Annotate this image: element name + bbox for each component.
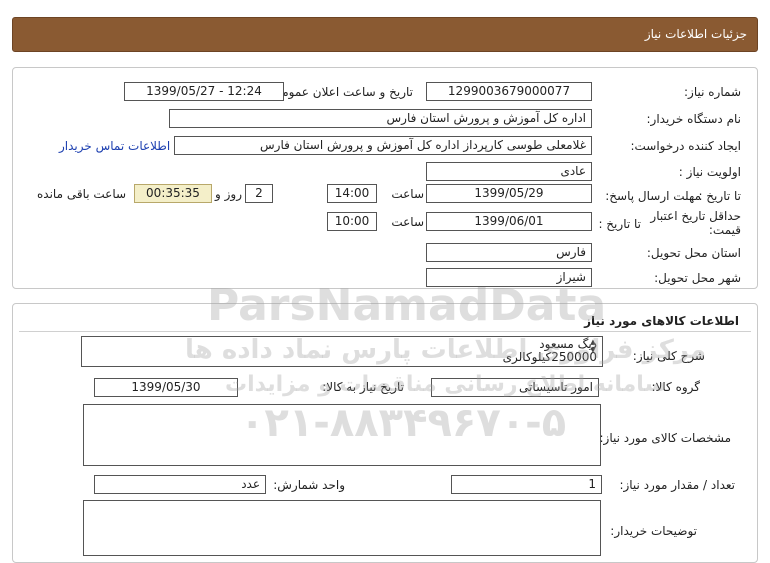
validity-date-field: 1399/06/01 <box>426 212 592 231</box>
buyer-field: اداره کل آموزش و پرورش استان فارس <box>169 109 592 128</box>
scroll-down-icon[interactable]: ▼ <box>588 346 598 354</box>
scroll-up-icon[interactable]: ▲ <box>588 338 598 346</box>
page-title: جزئیات اطلاعات نیاز <box>644 27 747 41</box>
specs-label: مشخصات کالای مورد نیاز: <box>599 431 731 445</box>
remaining-time-label: ساعت باقی مانده <box>37 187 127 201</box>
need-date-label: تاریخ نیاز به کالا: <box>322 380 404 394</box>
announce-field: 1399/05/27 - 12:24 <box>124 82 284 101</box>
deadline-time-field: 14:00 <box>327 184 377 203</box>
validity-label: حداقل تاریخ اعتبار قیمت: <box>650 209 741 237</box>
deadline-label: مهلت ارسال پاسخ: <box>605 189 701 203</box>
validity-time-label: ساعت <box>391 215 424 229</box>
buyer-notes-textarea[interactable] <box>83 500 601 556</box>
unit-field: عدد <box>94 475 266 494</box>
remaining-time-field: 00:35:35 <box>134 184 212 203</box>
quantity-label: تعداد / مقدار مورد نیاز: <box>619 478 735 492</box>
goods-section-divider <box>19 331 751 332</box>
deadline-date-field: 1399/05/29 <box>426 184 592 203</box>
days-remaining-field: 2 <box>245 184 273 203</box>
description-label: شرح کلی نیاز: <box>632 349 705 363</box>
creator-label: ایجاد کننده درخواست: <box>630 139 741 153</box>
unit-label: واحد شمارش: <box>273 478 345 492</box>
days-label: روز و <box>215 187 242 201</box>
goods-group-field: امور تاسیساتی <box>431 378 599 397</box>
priority-field: عادی <box>426 162 592 181</box>
specs-textarea[interactable] <box>83 404 601 466</box>
announce-label: تاریخ و ساعت اعلان عمومی: <box>268 85 413 99</box>
page-header: جزئیات اطلاعات نیاز <box>12 17 758 52</box>
need-date-field: 1399/05/30 <box>94 378 238 397</box>
goods-panel: اطلاعات کالاهای مورد نیاز شرح کلی نیاز: … <box>12 303 758 563</box>
quantity-field: 1 <box>451 475 602 494</box>
buyer-notes-label: توضیحات خریدار: <box>610 524 697 538</box>
province-label: استان محل تحویل: <box>646 246 741 260</box>
validity-time-field: 10:00 <box>327 212 377 231</box>
need-number-field: 1299003679000077 <box>426 82 592 101</box>
validity-to-date-label: تا تاریخ : <box>598 217 641 231</box>
description-line-2: 250000کیلوکالری <box>502 350 597 364</box>
need-number-label: شماره نیاز: <box>684 85 741 99</box>
city-field: شیراز <box>426 268 592 287</box>
city-label: شهر محل تحویل: <box>654 271 741 285</box>
creator-field: غلامعلی طوسی کارپرداز اداره کل آموزش و پ… <box>174 136 592 155</box>
province-field: فارس <box>426 243 592 262</box>
buyer-contact-link[interactable]: اطلاعات تماس خریدار <box>59 139 170 153</box>
deadline-time-label: ساعت <box>391 187 424 201</box>
deadline-to-date-label: تا تاریخ : <box>698 189 741 203</box>
need-info-panel: شماره نیاز: 1299003679000077 تاریخ و ساع… <box>12 67 758 289</box>
buyer-label: نام دستگاه خریدار: <box>646 112 742 126</box>
goods-section-title: اطلاعات کالاهای مورد نیاز <box>584 314 739 328</box>
description-scroll-arrows[interactable]: ▲ ▼ <box>588 338 598 354</box>
description-textarea[interactable]: دیگ مسعود 250000کیلوکالری <box>81 336 603 367</box>
goods-group-label: گروه کالا: <box>651 380 701 394</box>
priority-label: اولویت نیاز : <box>678 165 741 179</box>
